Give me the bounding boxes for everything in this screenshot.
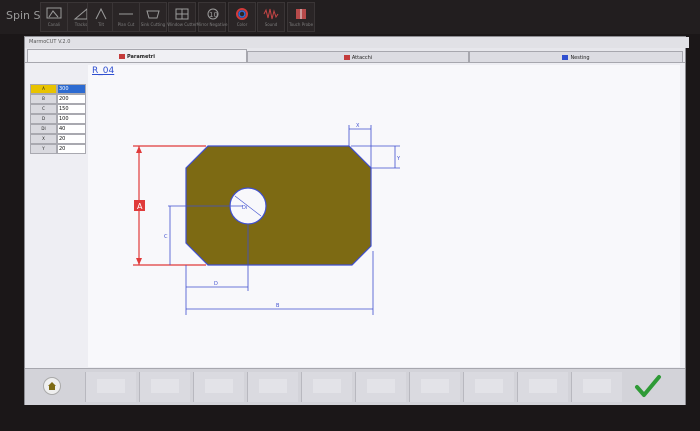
probe-icon — [296, 9, 306, 19]
footer-button-7[interactable] — [409, 372, 460, 402]
attachments-icon — [343, 55, 350, 60]
dim-a-label: A — [137, 202, 143, 211]
confirm-button[interactable] — [633, 373, 663, 401]
dim-di-label: Di — [242, 205, 247, 211]
toolbar-button-mirror[interactable]: 10 Mirror Negative — [197, 2, 228, 32]
toolbar-button-canali[interactable]: Canali — [40, 2, 68, 32]
param-row[interactable]: A 300 — [30, 84, 86, 94]
toolbar-button-color[interactable]: Color — [228, 2, 256, 32]
wave-icon — [263, 8, 279, 20]
dim-x-label: X — [356, 123, 360, 129]
param-row[interactable]: X 20 — [30, 134, 86, 144]
footer-button-4[interactable] — [247, 372, 298, 402]
param-row[interactable]: DI 40 — [30, 124, 86, 134]
footer-button-2[interactable] — [139, 372, 190, 402]
footer-toolbar — [25, 368, 685, 405]
toolbar-button-window-cutter[interactable]: Window Cutter — [167, 2, 197, 32]
parameter-table: A 300 B 200 C 150 D 100 DI 40 X 20 Y 20 — [28, 65, 90, 365]
toolbar-button-touch-probe[interactable]: Touch Probe — [287, 2, 315, 32]
tab-parametri[interactable]: Parametri — [27, 49, 247, 63]
window-title: MarmoCUT V.2.0 — [25, 37, 689, 48]
tab-bar: Parametri Attacchi Nesting — [25, 48, 685, 63]
top-toolbar: Spin S Canali Tracks Tilt Plan Cut Sink … — [0, 0, 700, 34]
home-icon — [48, 382, 56, 390]
brand-label: Spin S — [6, 9, 41, 22]
dim-b-label: B — [276, 303, 280, 309]
param-row[interactable]: Y 20 — [30, 144, 86, 154]
grid-icon — [175, 8, 189, 20]
frame-icon — [46, 7, 62, 19]
nesting-icon — [562, 55, 569, 60]
svg-text:10: 10 — [209, 11, 218, 19]
parameters-icon — [119, 54, 126, 59]
drawing-area[interactable]: R_04 A C D B Di X Y — [88, 65, 680, 367]
toolbar-button-sound[interactable]: Sound — [257, 2, 285, 32]
footer-button-9[interactable] — [517, 372, 568, 402]
param-row[interactable]: C 150 — [30, 104, 86, 114]
footer-button-5[interactable] — [301, 372, 352, 402]
toolbar-button-sink-cutting[interactable]: Sink Cutting — [139, 2, 167, 32]
footer-button-8[interactable] — [463, 372, 514, 402]
app-window: MarmoCUT V.2.0 Parametri Attacchi Nestin… — [24, 36, 689, 405]
footer-button-3[interactable] — [193, 372, 244, 402]
line-icon — [119, 13, 133, 15]
param-row[interactable]: B 200 — [30, 94, 86, 104]
angle-icon — [95, 7, 107, 20]
toolbar-button-tilt[interactable]: Tilt — [87, 2, 115, 32]
palette-icon — [236, 8, 248, 20]
footer-button-10[interactable] — [571, 372, 622, 402]
param-row[interactable]: D 100 — [30, 114, 86, 124]
footer-button-6[interactable] — [355, 372, 406, 402]
toolbar-button-plan-cut[interactable]: Plan Cut — [112, 2, 140, 32]
number-icon: 10 — [207, 8, 219, 20]
piece-shape — [185, 145, 372, 266]
home-button[interactable] — [43, 377, 61, 395]
shape-drawing: A C D B Di X Y — [133, 123, 401, 315]
dim-y-label: Y — [396, 156, 401, 162]
footer-button-1[interactable] — [85, 372, 136, 402]
dim-d-label: D — [214, 281, 218, 287]
checkmark-icon — [635, 375, 661, 397]
sink-icon — [146, 10, 160, 19]
dim-c-label: C — [164, 234, 168, 240]
main-content: A 300 B 200 C 150 D 100 DI 40 X 20 Y 20 … — [25, 62, 685, 369]
